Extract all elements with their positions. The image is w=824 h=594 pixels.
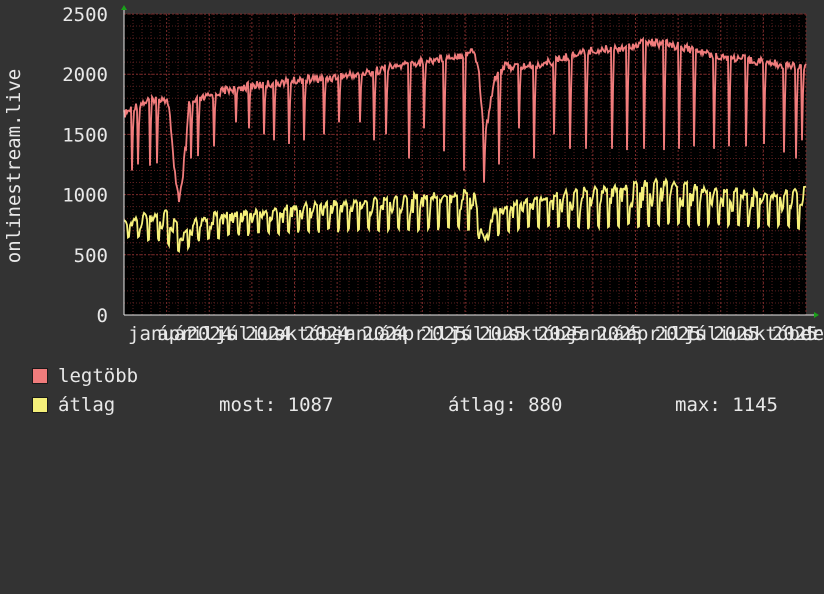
y-axis-label: onlinestream.live [3,69,25,263]
stat-atlag: átlag: 880 [448,394,563,416]
y-axis-arrow [121,5,127,10]
y-tick-label: 1000 [62,185,108,207]
y-tick-label: 2000 [62,64,108,86]
legtobb-swatch [32,368,48,384]
x-axis-arrow [814,312,819,318]
stat-max: max: 1145 [675,394,778,416]
y-tick-label: 0 [97,305,108,327]
y-tick-label: 2500 [62,4,108,26]
atlag-swatch [32,397,48,413]
legend: legtöbb átlag most: 1087 átlag: 880 max:… [30,362,778,420]
legtobb-label: legtöbb [58,365,139,387]
legend-row-legtobb: legtöbb [30,362,138,391]
y-tick-label: 500 [74,245,108,267]
y-tick-label: 1500 [62,124,108,146]
chart: 05001000150020002500onlinestream.livejan… [3,4,824,345]
atlag-label: átlag [58,394,116,416]
legend-row-atlag: átlag most: 1087 átlag: 880 max: 1145 [30,391,778,420]
x-tick-label: december [801,323,824,345]
stat-most: most: 1087 [219,394,334,416]
